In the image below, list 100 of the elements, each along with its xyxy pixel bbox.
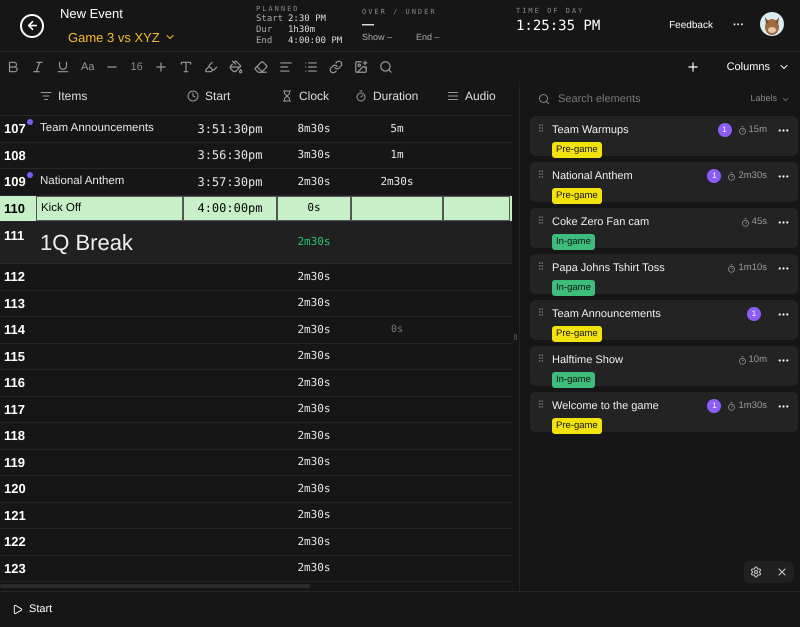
start-cell-text: 4:00:00pm (197, 200, 263, 218)
columns-dropdown[interactable]: Columns (726, 58, 790, 76)
count-badge: 1 (718, 123, 732, 138)
feedback-button[interactable]: Feedback (669, 18, 713, 33)
planned-key: Start (256, 14, 288, 26)
row-number: 108 (4, 146, 26, 164)
tag: Pre-game (552, 142, 602, 158)
clock-cell-text: 2m30s (297, 234, 331, 250)
table-row[interactable]: 112 2m30s (0, 264, 512, 290)
image-add-icon[interactable] (354, 60, 368, 74)
element-duration: 15m (738, 123, 767, 138)
table-row[interactable]: 117 2m30s (0, 396, 512, 423)
clock-cell-text: 2m30s (297, 174, 331, 190)
start-cell-text: 3:57:30pm (197, 174, 263, 191)
settings-icon[interactable] (750, 566, 762, 578)
plus-icon[interactable] (154, 60, 168, 74)
drag-handle-icon[interactable] (536, 399, 546, 409)
eraser-icon[interactable] (254, 60, 268, 74)
row-number: 119 (4, 454, 25, 472)
more-button[interactable]: ··· (733, 17, 744, 34)
table-row[interactable]: 118 2m30s (0, 423, 512, 450)
column-header[interactable]: Start (205, 87, 230, 105)
table-row[interactable]: 115 2m30s (0, 344, 512, 370)
table-row[interactable]: 107 Team Announcements 3:51:30pm 8m30s 5m (0, 116, 512, 142)
column-header[interactable]: Duration (373, 87, 418, 105)
drag-ghost: 0s (390, 323, 404, 338)
play-icon (12, 604, 23, 615)
element-card[interactable]: Welcome to the game 1 1m30s Pre-game (530, 392, 798, 432)
table-row[interactable]: 113 2m30s (0, 290, 512, 317)
element-card[interactable]: National Anthem 1 2m30s Pre-game (530, 162, 798, 202)
timer-icon (727, 402, 736, 411)
search-icon[interactable] (378, 60, 393, 74)
clock-cell-text: 2m30s (297, 534, 331, 550)
tag: Pre-game (552, 326, 602, 342)
table-row[interactable]: 116 2m30s (0, 370, 512, 396)
count-badge: 1 (747, 307, 761, 322)
table-row[interactable]: 119 2m30s (0, 450, 512, 476)
break-row[interactable]: 111 1Q Break 2m30s (0, 222, 512, 264)
element-duration: 1m10s (727, 261, 767, 276)
count-badge: 1 (707, 399, 722, 414)
drag-handle-icon[interactable] (536, 353, 546, 363)
drag-handle-icon[interactable] (536, 261, 546, 271)
clock-cell-text: 2m30s (297, 428, 331, 444)
list-icon[interactable] (304, 60, 318, 74)
element-card[interactable]: Coke Zero Fan cam 45s In-game (530, 208, 798, 248)
column-header[interactable]: Audio (465, 87, 496, 105)
table-row[interactable]: 122 2m30s (0, 529, 512, 556)
row-number: 112 (4, 268, 25, 286)
table-row[interactable]: 108 3:56:30pm 3m30s 1m (0, 142, 512, 169)
clock-cell-text: 2m30s (297, 268, 331, 284)
element-card[interactable]: Papa Johns Tshirt Toss 1m10s In-game (530, 254, 798, 294)
row-number: 118 (4, 427, 25, 445)
item-title: National Anthem (40, 174, 124, 190)
duration-cell-text: 2m30s (380, 174, 414, 190)
avatar[interactable] (760, 12, 784, 36)
back-button[interactable] (20, 14, 44, 38)
underline-icon[interactable] (56, 60, 70, 74)
highlighter-icon[interactable] (204, 60, 218, 74)
table-row[interactable]: 121 2m30s (0, 502, 512, 529)
table-row[interactable]: 110 Kick Off 4:00:00pm 0s (0, 196, 512, 222)
start-cell-text: 3:56:30pm (197, 147, 263, 164)
drag-handle-icon[interactable] (536, 169, 546, 179)
labels-dropdown[interactable]: Labels (750, 92, 790, 106)
drag-handle-icon[interactable] (536, 307, 546, 317)
drag-handle-icon[interactable] (536, 215, 546, 225)
italic-icon[interactable] (31, 60, 45, 74)
element-title: Team Announcements (552, 307, 662, 322)
element-card[interactable]: Halftime Show 10m In-game (530, 346, 798, 386)
column-header[interactable]: Items (58, 87, 88, 105)
table-row[interactable]: 120 2m30s (0, 476, 512, 502)
element-title: Coke Zero Fan cam (552, 215, 650, 230)
paint-bucket-icon[interactable] (228, 60, 243, 74)
add-icon[interactable] (686, 60, 700, 74)
close-icon[interactable] (776, 566, 788, 578)
drag-handle-icon[interactable] (536, 123, 546, 133)
row-number: 110 (4, 200, 25, 218)
item-title: Team Announcements (40, 121, 154, 136)
element-card[interactable]: Team Announcements 1 Pre-game (530, 300, 798, 340)
text-case-button[interactable]: Aa (81, 58, 94, 76)
table-row[interactable]: 123 2m30s (0, 556, 512, 582)
over-under-value: — (362, 17, 375, 31)
table-row[interactable]: 114 2m30s 0s (0, 317, 512, 344)
timer-icon (738, 356, 747, 365)
row-number: 114 (4, 321, 25, 339)
element-card[interactable]: Team Warmups 1 15m Pre-game (530, 116, 798, 156)
duration-cell-text: 1m (390, 147, 404, 163)
column-header[interactable]: Clock (299, 87, 330, 105)
align-icon[interactable] (278, 60, 293, 74)
break-title: 1Q Break (40, 229, 133, 257)
end-value: End – (416, 31, 440, 44)
search-field[interactable]: Search elements (558, 90, 750, 108)
text-icon[interactable] (178, 60, 193, 74)
event-dropdown[interactable]: Game 3 vs XYZ (68, 28, 256, 47)
clock-cell-text: 2m30s (297, 295, 331, 311)
row-number: 109 (4, 173, 26, 191)
tag: Pre-game (552, 418, 602, 434)
planned-key: End (256, 36, 288, 48)
bold-icon[interactable] (6, 60, 20, 74)
link-icon[interactable] (328, 60, 343, 74)
start-button[interactable]: Start (12, 601, 52, 618)
